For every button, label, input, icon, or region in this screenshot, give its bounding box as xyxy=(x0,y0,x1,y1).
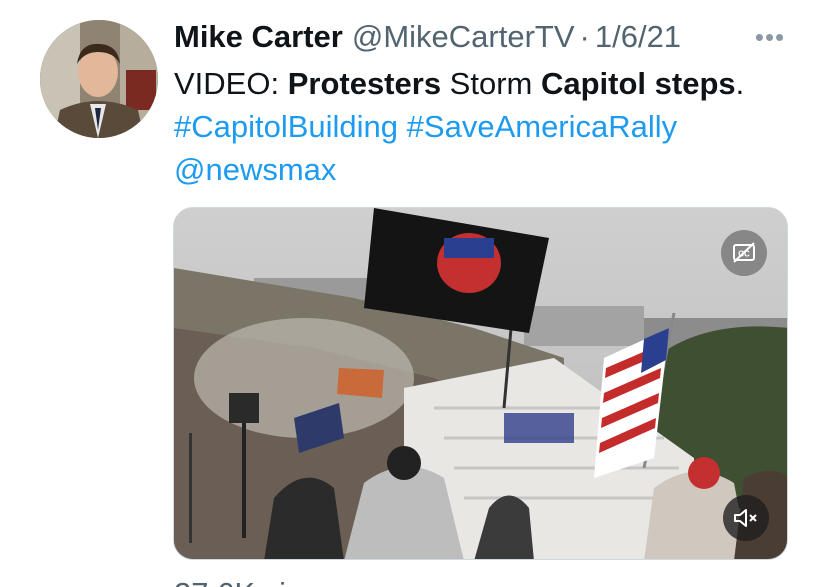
tweet-text-segment: . xyxy=(735,66,745,101)
more-horizontal-icon: ••• xyxy=(754,21,786,52)
mention-link[interactable]: @newsmax xyxy=(174,152,336,187)
captions-off-icon: CC xyxy=(733,242,755,263)
captions-button[interactable]: CC xyxy=(721,230,767,276)
author-avatar[interactable] xyxy=(40,20,158,138)
author-name[interactable]: Mike Carter xyxy=(174,17,343,57)
tweet-text: VIDEO: Protesters Storm Capitol steps. #… xyxy=(174,62,774,191)
video-frame xyxy=(174,208,787,559)
header-separator: · xyxy=(579,19,590,54)
tweet-card[interactable]: Mike Carter @MikeCarterTV · 1/6/21 ••• V… xyxy=(0,0,828,587)
avatar-photo xyxy=(40,20,158,138)
tweet-text-bold: Protesters xyxy=(287,66,442,101)
tweet-text-bold: Capitol xyxy=(540,66,647,101)
author-handle[interactable]: @MikeCarterTV xyxy=(352,17,575,57)
volume-muted-icon xyxy=(734,509,757,527)
tweet-text-bold: steps xyxy=(646,66,736,101)
tweet-text-segment xyxy=(398,109,407,144)
tweet-text-segment: VIDEO: xyxy=(174,66,288,101)
hashtag-link[interactable]: #CapitolBuilding xyxy=(174,109,398,144)
tweet-video[interactable]: CC xyxy=(173,207,788,560)
mute-button[interactable] xyxy=(723,495,769,541)
hashtag-link[interactable]: #SaveAmericaRally xyxy=(407,109,678,144)
tweet-text-segment: Storm xyxy=(441,66,541,101)
tweet-date[interactable]: 1/6/21 xyxy=(595,17,681,57)
more-options-button[interactable]: ••• xyxy=(752,17,788,57)
view-count: 27.6K views xyxy=(174,574,341,587)
tweet-header: Mike Carter @MikeCarterTV · 1/6/21 xyxy=(174,17,788,57)
